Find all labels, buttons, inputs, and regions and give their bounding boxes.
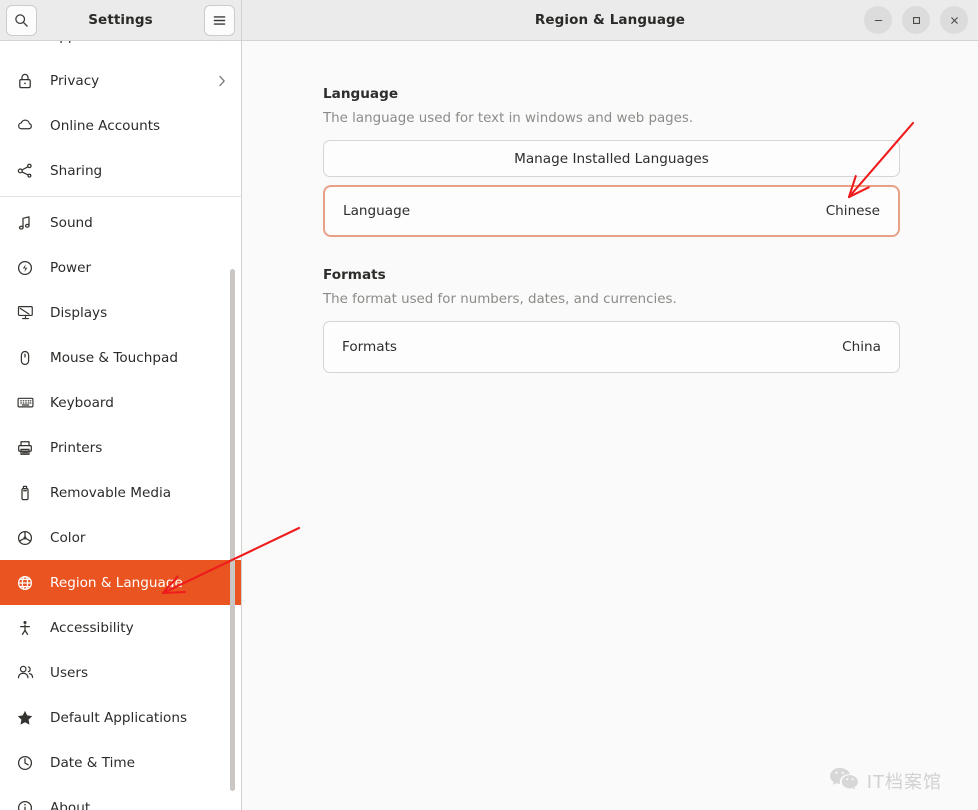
search-button[interactable] (6, 4, 37, 36)
sidebar-item-label: Date & Time (50, 754, 136, 771)
formats-row-label: Formats (342, 339, 397, 355)
sidebar-item-removable-media[interactable]: Removable Media (0, 470, 241, 515)
sidebar-item-color[interactable]: Color (0, 515, 241, 560)
sidebar-item-label: Removable Media (50, 484, 172, 501)
sidebar-item-mouse-touchpad[interactable]: Mouse & Touchpad (0, 335, 241, 380)
clock-icon (14, 752, 36, 774)
sidebar-item-users[interactable]: Users (0, 650, 241, 695)
formats-section: Formats The format used for numbers, dat… (323, 267, 900, 373)
sidebar-item-accessibility[interactable]: Accessibility (0, 605, 241, 650)
sidebar-item-label: Keyboard (50, 394, 114, 411)
sidebar-item-label: Users (50, 664, 89, 681)
sidebar-item-sharing[interactable]: Sharing (0, 148, 241, 193)
sidebar-scrollbar-track[interactable] (229, 41, 237, 810)
language-section: Language The language used for text in w… (323, 86, 900, 237)
sidebar-item-label: About (50, 799, 91, 810)
language-section-description: The language used for text in windows an… (323, 111, 694, 126)
globe-icon (14, 572, 36, 594)
window-header: Region & Language (242, 0, 978, 40)
menu-button[interactable] (204, 4, 235, 36)
formats-section-title: Formats (323, 267, 386, 283)
sidebar-item-power[interactable]: Power (0, 245, 241, 290)
sidebar-item-label: Sharing (50, 162, 103, 179)
sidebar-item-label: Privacy (50, 72, 100, 89)
mouse-icon (14, 347, 36, 369)
chevron-right-icon (217, 41, 227, 43)
sidebar-item-label: Mouse & Touchpad (50, 349, 178, 366)
window-controls (864, 6, 968, 34)
grid-apps-icon (14, 41, 36, 47)
sidebar-item-applications[interactable]: Applications (0, 41, 241, 58)
language-section-title: Language (323, 86, 399, 102)
sidebar-item-label: Default Applications (50, 709, 188, 726)
cloud-icon (14, 115, 36, 137)
sidebar-item-label: Online Accounts (50, 117, 161, 134)
watermark: IT档案馆 (829, 766, 942, 796)
sidebar-item-label: Color (50, 529, 86, 546)
hamburger-menu-icon (212, 14, 227, 27)
keyboard-icon (14, 392, 36, 414)
sidebar-item-label: Accessibility (50, 619, 134, 636)
accessibility-icon (14, 617, 36, 639)
sidebar-item-date-time[interactable]: Date & Time (0, 740, 241, 785)
title-bar: Settings Region & Language (0, 0, 978, 41)
sidebar-item-region-language[interactable]: Region & Language (0, 560, 241, 605)
sidebar-item-label: Applications (50, 41, 133, 44)
watermark-text: IT档案馆 (866, 772, 942, 793)
window-body: Applications Privacy Online Accounts Sharin… (0, 41, 978, 810)
minimize-button[interactable] (864, 6, 892, 34)
info-icon (14, 797, 36, 810)
maximize-icon (911, 15, 922, 26)
window-title: Region & Language (534, 12, 686, 28)
sidebar-item-keyboard[interactable]: Keyboard (0, 380, 241, 425)
sidebar-item-label: Printers (50, 439, 103, 456)
sidebar-separator (0, 196, 241, 197)
monitor-icon (14, 302, 36, 324)
language-row-value: Chinese (825, 203, 880, 219)
power-bolt-icon (14, 257, 36, 279)
maximize-button[interactable] (902, 6, 930, 34)
sidebar-item-printers[interactable]: Printers (0, 425, 241, 470)
minimize-icon (873, 15, 884, 26)
chevron-right-icon (217, 74, 227, 88)
sidebar-item-label: Displays (50, 304, 108, 321)
sidebar-item-privacy[interactable]: Privacy (0, 58, 241, 103)
color-wheel-icon (14, 527, 36, 549)
sidebar-item-displays[interactable]: Displays (0, 290, 241, 335)
sidebar-list: Applications Privacy Online Accounts Sharin… (0, 41, 241, 810)
app-title: Settings (88, 12, 153, 28)
sidebar-item-label: Sound (50, 214, 93, 231)
main-content: Language The language used for text in w… (242, 41, 978, 810)
sidebar-item-about[interactable]: About (0, 785, 241, 810)
music-note-icon (14, 212, 36, 234)
language-row-label: Language (343, 203, 411, 219)
close-button[interactable] (940, 6, 968, 34)
sidebar-item-default-applications[interactable]: Default Applications (0, 695, 241, 740)
usb-drive-icon (14, 482, 36, 504)
sidebar-scrollbar-thumb[interactable] (230, 269, 235, 791)
star-icon (14, 707, 36, 729)
sidebar-item-label: Region & Language (50, 574, 183, 591)
sidebar: Applications Privacy Online Accounts Sharin… (0, 41, 242, 810)
wechat-icon (829, 766, 859, 796)
manage-installed-languages-button[interactable]: Manage Installed Languages (323, 140, 900, 177)
users-icon (14, 662, 36, 684)
lock-icon (14, 70, 36, 92)
settings-window: Settings Region & Language Privacy Onlin… (0, 0, 978, 810)
share-nodes-icon (14, 160, 36, 182)
sidebar-item-label: Power (50, 259, 92, 276)
formats-section-description: The format used for numbers, dates, and … (323, 292, 677, 307)
search-icon (14, 13, 29, 28)
close-icon (949, 15, 960, 26)
sidebar-header: Settings (0, 0, 242, 40)
language-row[interactable]: Language Chinese (323, 185, 900, 237)
printer-icon (14, 437, 36, 459)
formats-row-value: China (842, 339, 881, 355)
formats-row[interactable]: Formats China (323, 321, 900, 373)
sidebar-item-online-accounts[interactable]: Online Accounts (0, 103, 241, 148)
sidebar-item-sound[interactable]: Sound (0, 200, 241, 245)
